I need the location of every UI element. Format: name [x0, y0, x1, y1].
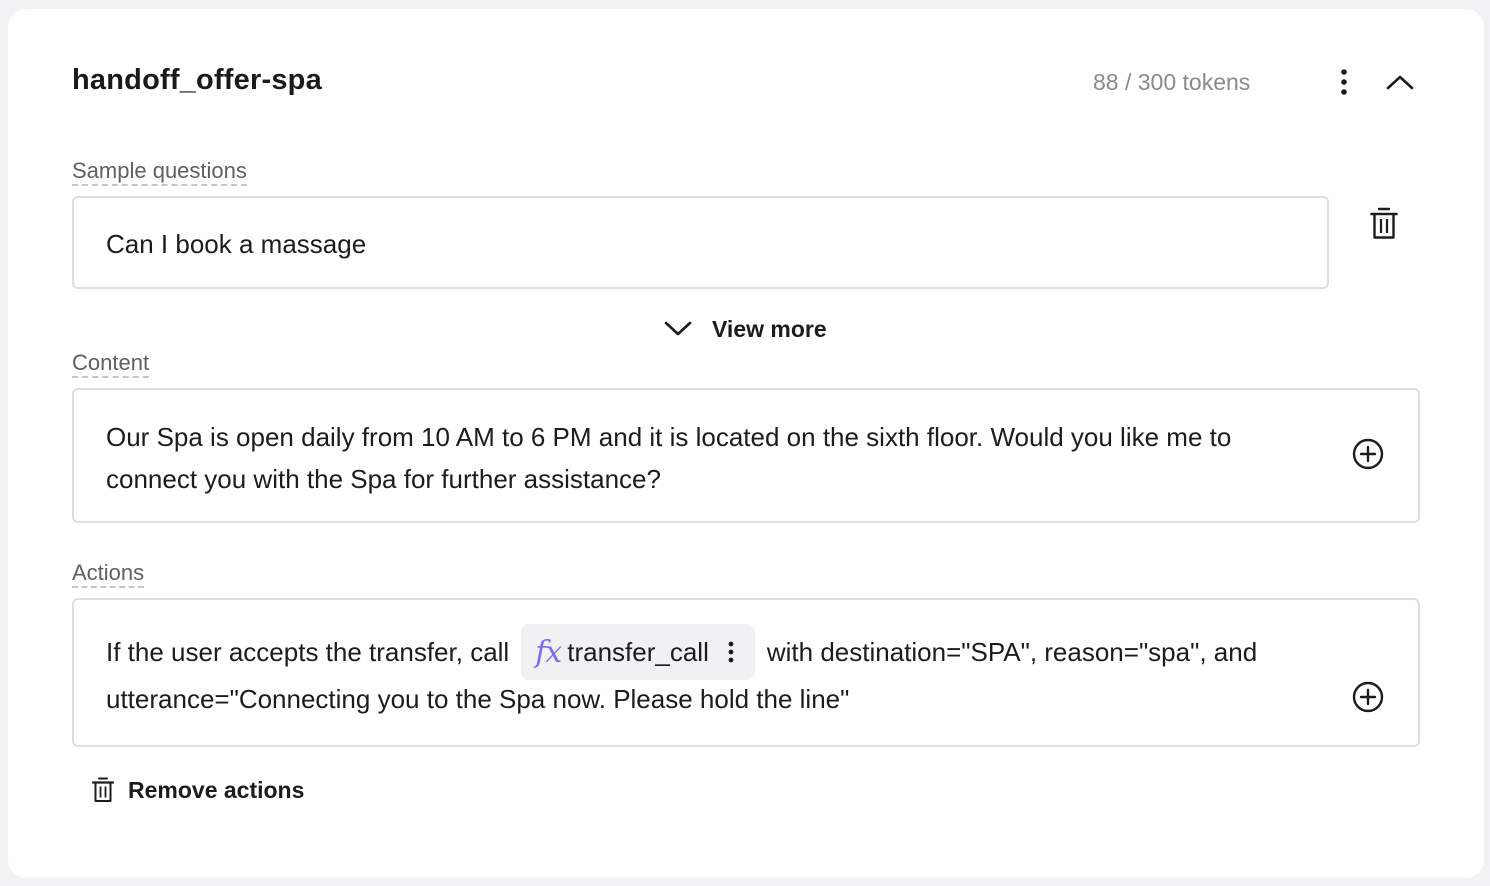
- actions-text-before: If the user accepts the transfer, call: [106, 636, 510, 667]
- actions-text-line-2: utterance="Connecting you to the Spa now…: [106, 684, 850, 714]
- circle-plus-icon: [1352, 438, 1384, 470]
- view-more-button[interactable]: View more: [664, 312, 827, 346]
- trash-icon: [1370, 207, 1398, 239]
- function-name: transfer_call: [567, 636, 709, 667]
- vertical-dots-icon: [728, 641, 734, 663]
- actions-label: Actions: [72, 561, 145, 588]
- more-options-button[interactable]: [1332, 65, 1356, 99]
- vertical-dots-icon: [1341, 69, 1347, 95]
- remove-actions-label: Remove actions: [128, 776, 305, 803]
- sample-question-text: Can I book a massage: [106, 229, 367, 259]
- token-count: 88 / 300 tokens: [1093, 69, 1251, 95]
- intent-title: handoff_offer-spa: [72, 64, 322, 96]
- sample-questions-label: Sample questions: [72, 159, 247, 186]
- function-options-button[interactable]: [723, 637, 739, 667]
- chevron-up-icon: [1386, 75, 1414, 90]
- circle-plus-icon: [1352, 681, 1384, 713]
- delete-question-button[interactable]: [1368, 205, 1400, 241]
- content-label: Content: [72, 351, 150, 378]
- add-action-button[interactable]: [1351, 680, 1385, 714]
- function-fx-icon: fx: [535, 634, 562, 670]
- add-content-button[interactable]: [1351, 437, 1385, 471]
- intent-card: handoff_offer-spa 88 / 300 tokens Sample…: [8, 9, 1484, 878]
- remove-actions-button[interactable]: Remove actions: [92, 774, 304, 806]
- trash-icon: [92, 777, 114, 802]
- sample-question-field[interactable]: Can I book a massage: [72, 196, 1329, 289]
- content-field[interactable]: Our Spa is open daily from 10 AM to 6 PM…: [72, 388, 1420, 523]
- chevron-down-icon: [664, 321, 692, 336]
- content-text: Our Spa is open daily from 10 AM to 6 PM…: [106, 422, 1232, 494]
- collapse-button[interactable]: [1384, 67, 1416, 97]
- actions-field[interactable]: If the user accepts the transfer, call f…: [72, 598, 1420, 747]
- actions-text-after: with destination="SPA", reason="spa", an…: [766, 636, 1258, 667]
- view-more-label: View more: [712, 315, 827, 342]
- function-chip[interactable]: fx transfer_call: [521, 624, 755, 680]
- actions-line-1: If the user accepts the transfer, call f…: [106, 624, 1257, 680]
